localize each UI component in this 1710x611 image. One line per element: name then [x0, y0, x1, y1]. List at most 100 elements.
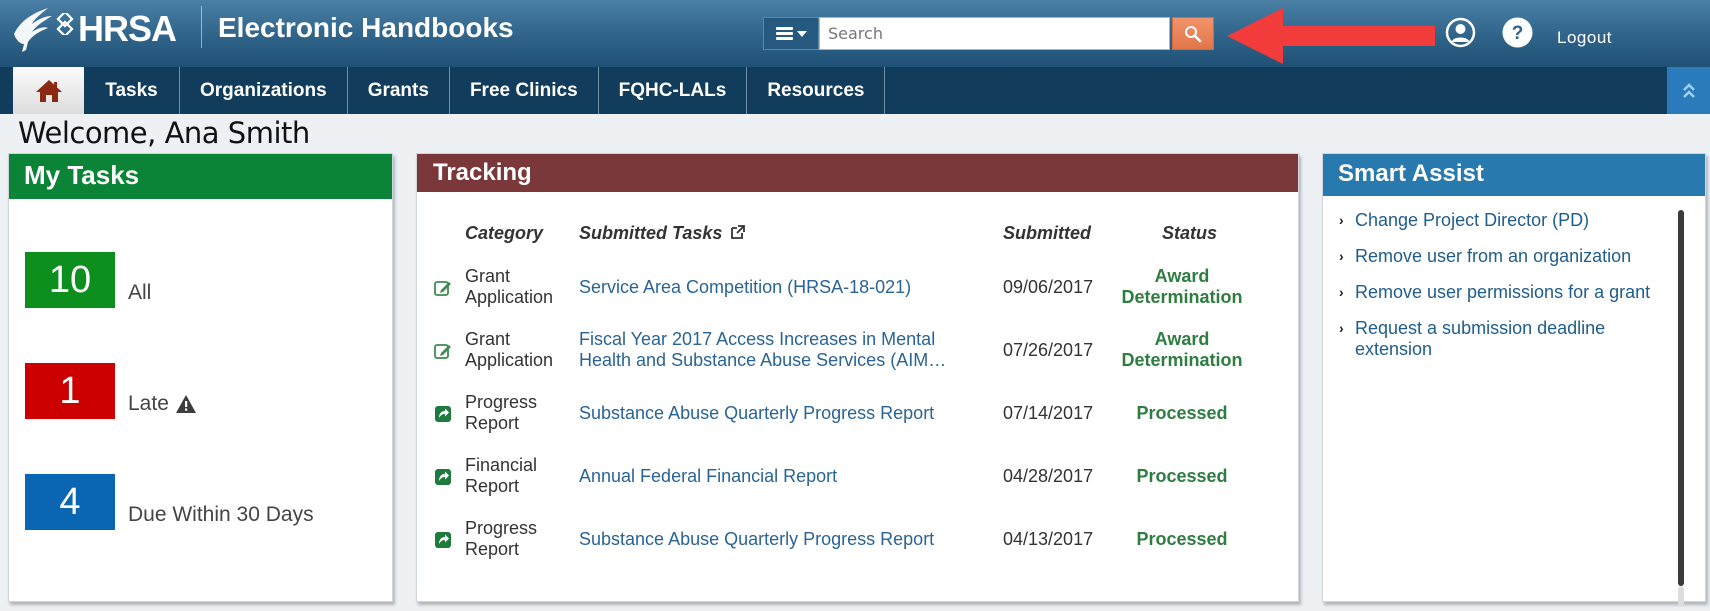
- app-title: Electronic Handbooks: [218, 12, 514, 43]
- smart-assist-scrollbar[interactable]: [1678, 210, 1684, 586]
- nav-home[interactable]: [13, 67, 84, 114]
- search-button[interactable]: [1172, 17, 1214, 50]
- task-summary-late[interactable]: 1 Late: [25, 363, 197, 419]
- task-line: Substance Abuse Quarterly Progress Repor…: [579, 403, 935, 423]
- status-line: Processed: [1136, 403, 1228, 423]
- search-input[interactable]: [819, 17, 1170, 50]
- smart-assist-item[interactable]: › Remove user permissions for a grant: [1339, 282, 1659, 303]
- header-bar: HRSA Electronic Handbooks ? Logout: [0, 0, 1710, 67]
- task-summary-all[interactable]: 10 All: [25, 252, 151, 308]
- submitted-date: 04/28/2017: [1003, 466, 1094, 486]
- task-count-badge[interactable]: 1: [25, 363, 115, 419]
- smart-assist-link[interactable]: Remove user from an organization: [1355, 246, 1631, 267]
- smart-assist-title: Smart Assist: [1323, 154, 1705, 196]
- status-line: Processed: [1136, 529, 1228, 549]
- red-arrow-annotation-icon: [1227, 8, 1435, 64]
- task-line: Fiscal Year 2017 Access Increases in Men…: [579, 329, 936, 349]
- category-cell: Progress Report: [465, 392, 537, 434]
- submitted-task-link[interactable]: Substance Abuse Quarterly Progress Repor…: [579, 529, 974, 550]
- column-header-status: Status: [1162, 223, 1218, 243]
- smart-assist-item[interactable]: › Remove user from an organization: [1339, 246, 1659, 267]
- tracking-row: Progress Report Substance Abuse Quarterly …: [417, 390, 1298, 440]
- menu-icon: [775, 27, 793, 40]
- category-cell: Grant Application: [465, 266, 553, 308]
- logout-link[interactable]: Logout: [1557, 28, 1612, 48]
- main-nav: Tasks Organizations Grants Free Clinics …: [0, 67, 1710, 114]
- search-menu-button[interactable]: [763, 17, 819, 50]
- svg-text:?: ?: [1512, 23, 1524, 44]
- category-line: Progress: [465, 392, 538, 412]
- submitted-task-link[interactable]: Annual Federal Financial Report: [579, 466, 974, 487]
- nav-fqhc-lals[interactable]: FQHC-LALs: [599, 67, 748, 114]
- submitted-task-link[interactable]: Fiscal Year 2017 Access Increases in Men…: [579, 329, 974, 371]
- search-bar: [763, 17, 1214, 50]
- smart-assist-list: › Change Project Director (PD) › Remove us…: [1339, 210, 1659, 375]
- chevron-right-icon: ›: [1339, 320, 1344, 336]
- nav-resources[interactable]: Resources: [747, 67, 886, 114]
- tracking-row: Grant Application Service Area Competition…: [417, 264, 1298, 314]
- status-cell: Processed: [1107, 403, 1257, 424]
- column-header-submitted-tasks[interactable]: Submitted Tasks: [579, 223, 746, 244]
- smart-assist-item[interactable]: › Change Project Director (PD): [1339, 210, 1659, 231]
- task-line: Health and Substance Abuse Services (AIM…: [579, 350, 947, 370]
- status-line: Determination: [1121, 287, 1243, 307]
- category-line: Report: [465, 476, 520, 496]
- logo-divider: [201, 6, 202, 48]
- tracking-row: Progress Report Substance Abuse Quarterly …: [417, 516, 1298, 566]
- collapse-header-button[interactable]: [1667, 67, 1710, 114]
- tracking-row: Grant Application Fiscal Year 2017 Access …: [417, 327, 1298, 377]
- task-line: Substance Abuse Quarterly Progress Repor…: [579, 529, 935, 549]
- share-icon: [433, 530, 453, 550]
- task-label[interactable]: Late: [128, 392, 197, 416]
- column-header-submitted: Submitted: [1003, 223, 1091, 243]
- task-label-text: Due Within 30 Days: [128, 503, 314, 526]
- category-line: Report: [465, 413, 520, 433]
- external-link-icon[interactable]: [730, 224, 746, 240]
- my-tasks-title: My Tasks: [9, 154, 392, 199]
- logo-text: HRSA: [78, 8, 177, 49]
- task-count-badge[interactable]: 10: [25, 252, 115, 308]
- status-line: Processed: [1136, 466, 1228, 486]
- category-line: Application: [465, 287, 554, 307]
- caret-down-icon: [796, 30, 807, 37]
- user-account-icon[interactable]: [1445, 17, 1476, 48]
- submitted-task-link[interactable]: Service Area Competition (HRSA-18-021): [579, 277, 974, 298]
- category-line: Grant: [465, 266, 511, 286]
- edit-icon: [433, 341, 453, 361]
- category-cell: Progress Report: [465, 518, 537, 560]
- submitted-task-link[interactable]: Substance Abuse Quarterly Progress Repor…: [579, 403, 974, 424]
- task-label-text: Late: [128, 392, 169, 415]
- task-label[interactable]: All: [128, 281, 151, 305]
- status-line: Award: [1154, 266, 1210, 286]
- nav-organizations[interactable]: Organizations: [180, 67, 348, 114]
- edit-icon: [433, 278, 453, 298]
- task-count-badge[interactable]: 4: [25, 474, 115, 530]
- task-line: Annual Federal Financial Report: [579, 466, 838, 486]
- task-label[interactable]: Due Within 30 Days: [128, 503, 314, 527]
- status-line: Award: [1154, 329, 1210, 349]
- hrsa-emblem-icon: [56, 13, 74, 35]
- status-cell: Processed: [1107, 466, 1257, 487]
- my-tasks-panel: My Tasks 10 All 1 Late 4 Due Within 30 D…: [8, 153, 393, 602]
- status-cell: Processed: [1107, 529, 1257, 550]
- smart-assist-link[interactable]: Request a submission deadline extension: [1355, 318, 1659, 360]
- nav-free-clinics[interactable]: Free Clinics: [450, 67, 599, 114]
- hrsa-logo[interactable]: HRSA: [8, 4, 177, 54]
- double-chevron-up-icon: [1682, 82, 1695, 98]
- task-summary-due-30-days[interactable]: 4 Due Within 30 Days: [25, 474, 314, 530]
- category-line: Progress: [465, 518, 538, 538]
- nav-grants[interactable]: Grants: [348, 67, 450, 114]
- category-cell: Grant Application: [465, 329, 553, 371]
- nav-tasks[interactable]: Tasks: [84, 67, 180, 114]
- category-cell: Financial Report: [465, 455, 537, 497]
- smart-assist-item[interactable]: › Request a submission deadline extension: [1339, 318, 1659, 360]
- category-line: Report: [465, 539, 520, 559]
- home-icon: [35, 79, 62, 102]
- smart-assist-link[interactable]: Remove user permissions for a grant: [1355, 282, 1650, 303]
- chevron-right-icon: ›: [1339, 248, 1344, 264]
- submitted-date: 07/26/2017: [1003, 340, 1094, 360]
- smart-assist-link[interactable]: Change Project Director (PD): [1355, 210, 1589, 231]
- help-icon[interactable]: ?: [1502, 17, 1533, 48]
- hhs-eagle-icon: [14, 8, 52, 52]
- category-line: Grant: [465, 329, 511, 349]
